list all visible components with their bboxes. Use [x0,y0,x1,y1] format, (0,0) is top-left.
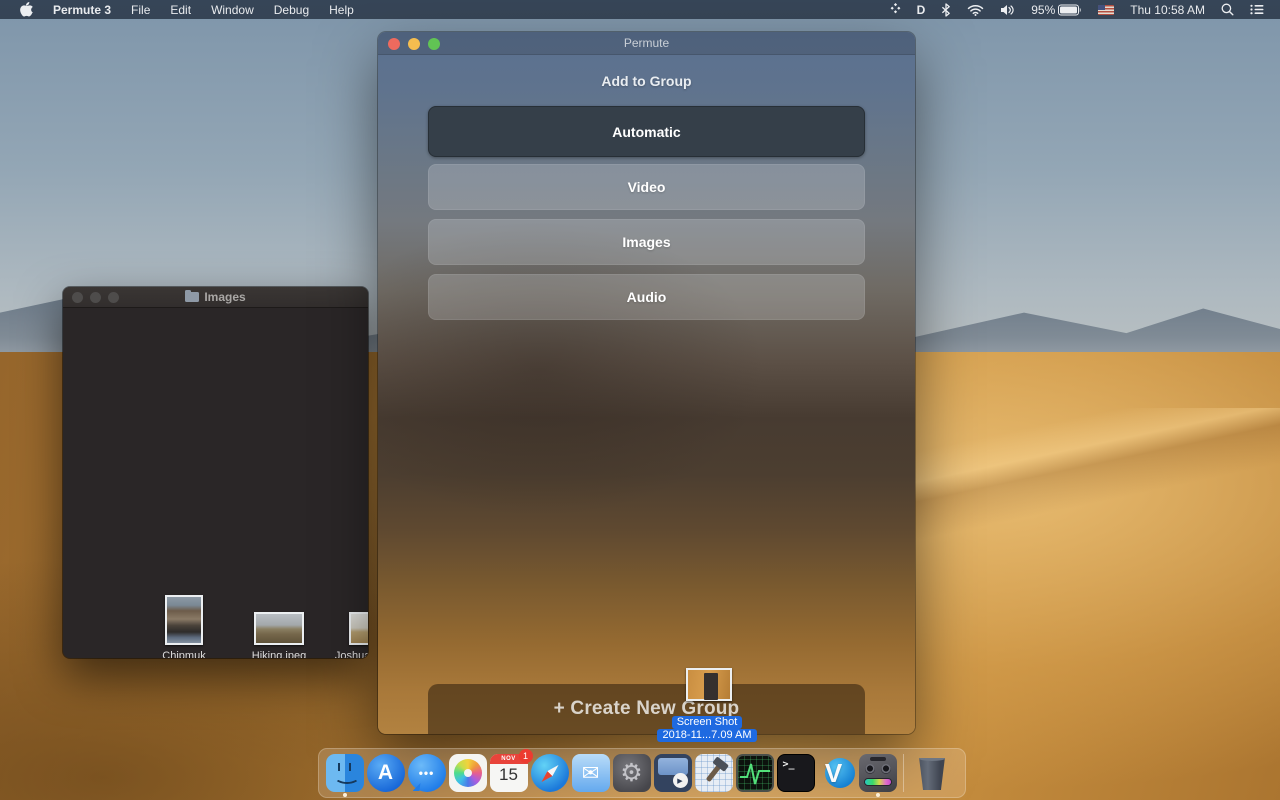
finder-titlebar[interactable]: Images [63,287,368,308]
permute-titlebar[interactable]: Permute [378,32,915,55]
thumbnail-chipmuk [165,595,203,645]
group-button-audio[interactable]: Audio [428,274,865,320]
file-hiking[interactable]: Hiking.jpeg [233,593,325,658]
dock-separator [903,754,904,792]
group-button-video[interactable]: Video [428,164,865,210]
status-input-source-flag-icon[interactable] [1090,0,1122,19]
dock-permute[interactable] [857,749,898,797]
menu-file[interactable]: File [121,0,160,19]
dock-messages[interactable]: ••• [406,749,447,797]
finder-zoom-button[interactable] [108,292,119,303]
desktop: Permute 3 File Edit Window Debug Help D [0,0,1280,800]
group-button-automatic[interactable]: Automatic [428,106,865,157]
dock-xcode[interactable] [693,749,734,797]
dock-safari[interactable] [529,749,570,797]
dock-activity-monitor[interactable] [734,749,775,797]
xcode-hammer-icon [695,754,733,792]
drag-ghost-label-line1: Screen Shot [557,716,857,729]
calendar-app-icon: NOV 15 1 [490,754,528,792]
finder-minimize-button[interactable] [90,292,101,303]
trash-icon [913,754,951,792]
status-clock[interactable]: Thu 10:58 AM [1122,0,1213,19]
status-diamond-cluster-icon[interactable] [882,0,909,19]
video-player-app-icon: ▶ [654,754,692,792]
photos-app-icon [449,754,487,792]
dock: A ••• NOV 15 1 ✉ ⚙ ▶ [318,748,966,798]
finder-app-icon [326,754,364,792]
dock-app-store[interactable]: A [365,749,406,797]
status-battery[interactable]: 95% [1023,0,1090,19]
dock-video-player[interactable]: ▶ [652,749,693,797]
status-wifi-icon[interactable] [959,0,992,19]
file-label: ChipmukElvis.jpeg [138,650,230,658]
safari-app-icon [531,754,569,792]
status-volume-icon[interactable] [992,0,1023,19]
thumbnail-hiking [254,612,304,645]
calendar-day: 15 [490,765,528,785]
apple-logo-icon [20,2,33,17]
app-store-icon: A [367,754,405,792]
menu-edit[interactable]: Edit [160,0,201,19]
folder-icon [185,292,199,302]
status-notification-center-icon[interactable] [1242,0,1272,19]
drag-ghost-label-line2: 2018-11...7.09 AM [557,729,857,742]
dock-terminal[interactable]: >_ [775,749,816,797]
status-bluetooth-icon[interactable] [933,0,959,19]
file-label: Hiking.jpeg [233,650,325,658]
status-spotlight-icon[interactable] [1213,0,1242,19]
menu-app-name[interactable]: Permute 3 [43,0,121,19]
add-to-group-heading: Add to Group [378,73,915,89]
status-d-app-icon[interactable]: D [909,0,934,19]
menu-debug[interactable]: Debug [264,0,319,19]
menu-window[interactable]: Window [201,0,264,19]
file-joshua-tree[interactable]: Joshua Tree.jpg [328,593,368,658]
terminal-prompt-icon: >_ [777,754,815,792]
file-chipmuk-elvis[interactable]: ChipmukElvis.jpeg [138,593,230,658]
dock-system-preferences[interactable]: ⚙ [611,749,652,797]
dock-downie[interactable]: V [816,749,857,797]
group-button-images[interactable]: Images [428,219,865,265]
drag-ghost-thumbnail [686,668,732,701]
mail-app-icon: ✉ [572,754,610,792]
menu-bar: Permute 3 File Edit Window Debug Help D [0,0,1280,19]
dock-trash[interactable] [909,749,955,797]
system-preferences-gear-icon: ⚙ [613,754,651,792]
dock-calendar[interactable]: NOV 15 1 [488,749,529,797]
permute-window: Permute Add to Group Automatic Video Ima… [378,32,915,734]
permute-robot-icon [859,754,897,792]
dock-photos[interactable] [447,749,488,797]
battery-icon [1058,4,1082,16]
apple-menu[interactable] [10,0,43,19]
menu-help[interactable]: Help [319,0,364,19]
file-label: Joshua Tree.jpg [328,650,368,658]
downie-app-icon: V [818,754,856,792]
battery-percent: 95% [1031,3,1055,17]
finder-window: Images ChipmukElvis.jpeg Hiking.jpeg Jos… [63,287,368,658]
activity-monitor-icon [736,754,774,792]
dock-finder[interactable] [324,749,365,797]
permute-window-title: Permute [378,36,915,50]
running-indicator-permute [876,793,880,797]
messages-app-icon: ••• [408,754,446,792]
dock-mail[interactable]: ✉ [570,749,611,797]
thumbnail-joshua-tree [349,612,368,645]
finder-close-button[interactable] [72,292,83,303]
running-indicator-finder [343,793,347,797]
